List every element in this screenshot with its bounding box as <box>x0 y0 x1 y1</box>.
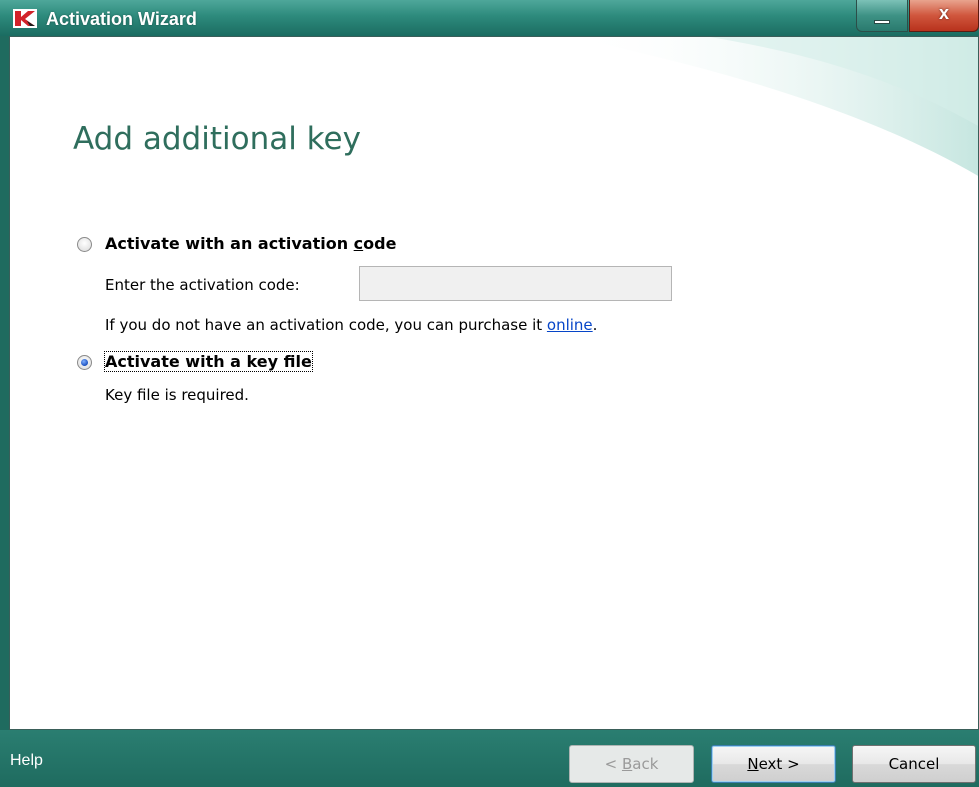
next-button[interactable]: Next > <box>711 745 836 783</box>
activation-code-label-accel: c <box>353 234 364 253</box>
back-button[interactable]: < Back <box>569 745 694 783</box>
activation-code-field-label: Enter the activation code: <box>105 276 300 294</box>
wizard-page: Add additional key Activate with an acti… <box>9 36 979 730</box>
back-label-prefix: < <box>604 755 622 773</box>
activation-code-option-label[interactable]: Activate with an activation code <box>105 234 396 253</box>
purchase-hint: If you do not have an activation code, y… <box>105 316 597 334</box>
wizard-footer: Help < Back Next > Cancel <box>0 730 979 787</box>
online-purchase-link[interactable]: online <box>547 316 593 334</box>
close-button[interactable]: x <box>909 0 979 32</box>
window-title: Activation Wizard <box>46 9 197 29</box>
back-label-accel: B <box>621 755 633 773</box>
key-file-option-label[interactable]: Activate with a key file <box>104 351 313 372</box>
activation-code-radio[interactable] <box>77 237 92 252</box>
activation-code-label-prefix: Activate with an activation <box>105 234 354 253</box>
next-label-accel: N <box>747 755 759 773</box>
page-heading: Add additional key <box>73 121 361 157</box>
back-label-suffix: ack <box>632 755 659 773</box>
purchase-hint-end: . <box>592 316 598 334</box>
purchase-hint-text: If you do not have an activation code, y… <box>105 316 547 334</box>
key-file-radio[interactable] <box>77 355 92 370</box>
help-link[interactable]: Help <box>10 752 43 770</box>
next-label-suffix: ext > <box>758 755 800 773</box>
key-file-note: Key file is required. <box>105 386 249 404</box>
cancel-button[interactable]: Cancel <box>852 745 976 783</box>
activation-code-input[interactable] <box>359 266 672 301</box>
kaspersky-logo-icon <box>13 9 37 28</box>
minimize-button[interactable] <box>856 0 908 32</box>
activation-code-label-suffix: ode <box>363 234 397 253</box>
title-bar[interactable]: Activation Wizard x <box>0 0 979 36</box>
activation-wizard-window: Activation Wizard x Add additional key A… <box>0 0 979 787</box>
